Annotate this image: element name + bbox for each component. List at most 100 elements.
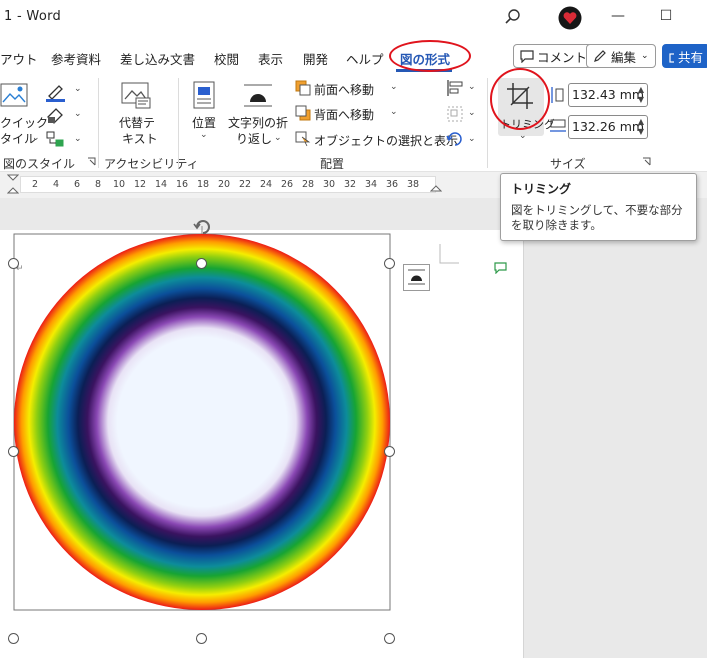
alt-text-label[interactable]: 代替テ	[119, 114, 155, 131]
alt-text-label-2[interactable]: キスト	[122, 130, 158, 147]
send-backward-label[interactable]: 背面へ移動	[314, 106, 374, 123]
picture-layout-icon[interactable]	[45, 130, 67, 150]
group-icon[interactable]	[446, 105, 464, 123]
chevron-down-icon: ⌄	[274, 133, 282, 143]
resize-handle-bottom[interactable]	[196, 633, 207, 644]
resize-handle-right[interactable]	[384, 446, 395, 457]
crop-tooltip: トリミング 図をトリミングして、不要な部分を取り除きます。	[500, 173, 697, 241]
position-icon[interactable]	[192, 80, 216, 110]
comment-button[interactable]: コメント	[513, 44, 595, 68]
tab-review[interactable]: 校閲	[214, 49, 239, 68]
picture-border-icon[interactable]	[45, 80, 67, 102]
tab-help[interactable]: ヘルプ	[346, 49, 384, 68]
tab-mailings[interactable]: 差し込み文書	[120, 49, 195, 68]
chevron-down-icon: ⌄	[74, 84, 82, 94]
width-input[interactable]: 132.26 mm ▲ ▼	[568, 115, 648, 139]
ruler-tick: 24	[260, 179, 273, 190]
position-label[interactable]: 位置	[192, 114, 216, 131]
bring-forward-label[interactable]: 前面へ移動	[314, 81, 374, 98]
chevron-down-icon: ⌄	[519, 131, 527, 141]
ruler-tick: 32	[344, 179, 357, 190]
selection-pane-label[interactable]: オブジェクトの選択と表示	[314, 132, 458, 149]
window-title: 1 - Word	[4, 9, 62, 24]
wrap-text-icon[interactable]	[243, 82, 273, 108]
ribbon: クイック タイル ⌄ ⌄ ⌄ ⌄ 図のスタイル 代替テ キスト アクセシビリティ…	[0, 74, 707, 172]
chevron-down-icon: ⌄	[468, 108, 476, 118]
indent-marker-icon[interactable]	[7, 174, 19, 196]
selection-pane-icon[interactable]	[295, 131, 311, 147]
chevron-down-icon: ⌄	[200, 130, 208, 140]
resize-handle-bottom-left[interactable]	[8, 633, 19, 644]
layout-options-button[interactable]	[403, 264, 430, 291]
tooltip-description: 図をトリミングして、不要な部分を取り除きます。	[511, 203, 683, 232]
spinner-arrows-icon[interactable]: ▲ ▼	[638, 117, 644, 137]
ruler-tick: 34	[365, 179, 378, 190]
avatar[interactable]	[558, 6, 582, 30]
group-separator	[178, 78, 179, 168]
rainbow-picture[interactable]	[0, 226, 440, 646]
quick-styles-label-2[interactable]: タイル	[0, 130, 36, 147]
chevron-down-icon: ⌄	[641, 51, 649, 61]
chevron-down-icon: ⌄	[74, 109, 82, 119]
rotate-icon[interactable]	[446, 130, 464, 148]
ruler-tick: 6	[74, 179, 81, 190]
maximize-button[interactable]: ☐	[654, 8, 678, 24]
layout-options-icon	[408, 269, 425, 285]
tab-view[interactable]: 表示	[258, 49, 283, 68]
document-canvas[interactable]: ↵	[0, 198, 707, 658]
comment-label: コメント	[537, 49, 588, 65]
edit-button[interactable]: 編集 ⌄	[586, 44, 656, 68]
resize-handle-top[interactable]	[196, 258, 207, 269]
ruler-tick: 12	[134, 179, 147, 190]
resize-handle-bottom-right[interactable]	[384, 633, 395, 644]
group-label-picture-styles: 図のスタイル	[3, 157, 76, 171]
comment-marker-icon[interactable]	[494, 262, 508, 274]
pencil-icon	[594, 50, 606, 62]
group-separator	[487, 78, 488, 168]
width-icon	[550, 119, 566, 132]
ruler-tick: 28	[302, 179, 315, 190]
minimize-button[interactable]: —	[606, 8, 630, 24]
align-icon[interactable]	[446, 79, 464, 97]
bring-forward-icon[interactable]	[295, 80, 311, 96]
group-separator	[98, 78, 99, 168]
resize-handle-top-left[interactable]	[8, 258, 19, 269]
rotate-handle-icon[interactable]	[191, 217, 215, 237]
send-backward-icon[interactable]	[295, 105, 311, 121]
width-value: 132.26 mm	[572, 119, 645, 134]
share-button[interactable]: 共有	[662, 44, 707, 68]
edit-label: 編集	[611, 49, 637, 65]
chevron-down-icon: ⌄	[390, 107, 398, 117]
wrap-text-label[interactable]: 文字列の折	[228, 114, 288, 131]
ruler-tick: 38	[407, 179, 420, 190]
rainbow-circle	[14, 234, 390, 610]
tab-layout[interactable]: アウト	[0, 49, 38, 68]
picture-effects-icon[interactable]	[45, 105, 67, 125]
ruler-tick: 18	[197, 179, 210, 190]
height-value: 132.43 mm	[572, 87, 645, 102]
right-indent-marker-icon[interactable]	[430, 184, 442, 196]
tab-references[interactable]: 参考資料	[51, 49, 101, 68]
tab-developer[interactable]: 開発	[303, 49, 328, 68]
search-icon[interactable]	[505, 9, 521, 25]
resize-handle-left[interactable]	[8, 446, 19, 457]
margin-corner-mark	[439, 244, 459, 264]
dialog-launcher-icon[interactable]	[642, 157, 651, 166]
chevron-down-icon: ⌄	[32, 133, 40, 143]
quick-styles-icon[interactable]	[0, 82, 30, 110]
wrap-text-label-2[interactable]: り返し	[236, 130, 272, 147]
resize-handle-top-right[interactable]	[384, 258, 395, 269]
ruler-tick: 14	[155, 179, 168, 190]
ruler-tick: 26	[281, 179, 294, 190]
group-label-arrange: 配置	[320, 157, 345, 171]
height-input[interactable]: 132.43 mm ▲ ▼	[568, 83, 648, 107]
quick-styles-label[interactable]: クイック	[0, 114, 48, 131]
alt-text-icon[interactable]	[120, 80, 152, 110]
height-icon	[551, 87, 564, 103]
chevron-down-icon: ⌄	[390, 82, 398, 92]
ruler-tick: 16	[176, 179, 189, 190]
ruler-tick: 2	[32, 179, 39, 190]
spinner-arrows-icon[interactable]: ▲ ▼	[638, 85, 644, 105]
ruler-tick: 22	[239, 179, 252, 190]
dialog-launcher-icon[interactable]	[87, 157, 96, 166]
